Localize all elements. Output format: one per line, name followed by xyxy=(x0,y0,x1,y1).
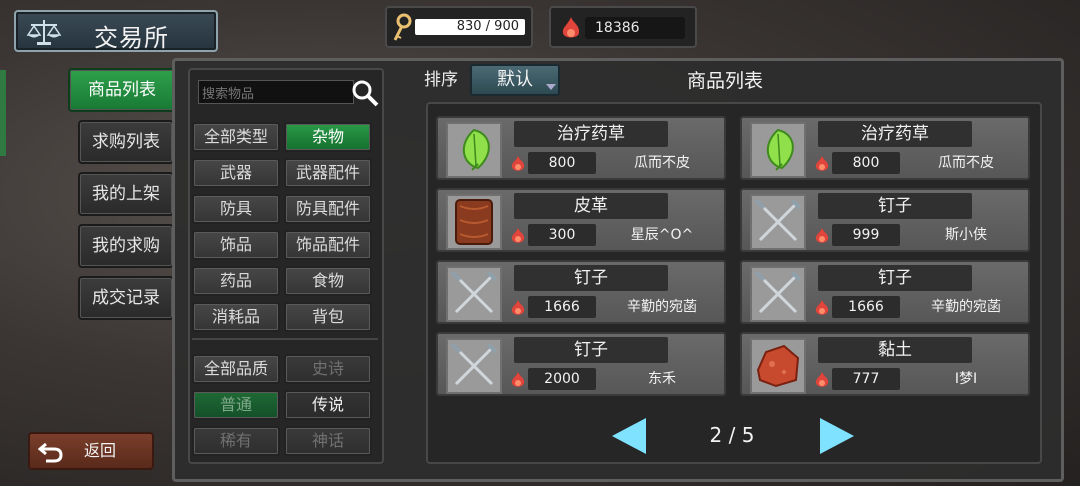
item-card[interactable]: 黏土 777 I梦I xyxy=(740,332,1030,396)
category-accessory-parts[interactable]: 饰品配件 xyxy=(284,230,372,260)
item-card[interactable]: 治疗药草 800 瓜而不皮 xyxy=(436,116,726,180)
side-edge-tab[interactable] xyxy=(0,70,6,156)
key-value: 830 / 900 xyxy=(456,19,519,34)
herb-leaf-icon xyxy=(446,122,502,178)
key-resource: 830 / 900 xyxy=(385,6,533,48)
prev-page-arrow-icon[interactable] xyxy=(612,418,646,454)
scales-icon xyxy=(26,20,62,45)
category-armor-parts[interactable]: 防具配件 xyxy=(284,194,372,224)
item-name: 钉子 xyxy=(514,265,668,291)
leather-icon xyxy=(446,194,502,250)
herb-leaf-icon xyxy=(750,122,806,178)
quality-common[interactable]: 普通 xyxy=(192,390,280,420)
item-name: 钉子 xyxy=(514,337,668,363)
item-card[interactable]: 钉子 1666 辛勤的宛菡 xyxy=(436,260,726,324)
category-food[interactable]: 食物 xyxy=(284,266,372,296)
quality-legendary[interactable]: 传说 xyxy=(284,390,372,420)
fire-currency-icon xyxy=(814,155,830,173)
clay-icon xyxy=(750,338,806,394)
tab-item-list[interactable]: 商品列表 xyxy=(68,68,176,112)
nails-icon xyxy=(446,266,502,322)
dropdown-arrow-icon xyxy=(546,84,556,90)
nails-icon xyxy=(446,338,502,394)
item-price: 1666 xyxy=(832,296,900,318)
tab-my-listings[interactable]: 我的上架 xyxy=(78,172,174,216)
fire-currency-icon xyxy=(510,299,526,317)
item-price: 2000 xyxy=(528,368,596,390)
category-armor[interactable]: 防具 xyxy=(192,194,280,224)
key-progress-bar: 830 / 900 xyxy=(415,19,525,35)
item-price: 300 xyxy=(528,224,596,246)
back-label: 返回 xyxy=(84,441,117,460)
exchange-title-banner: 交易所 xyxy=(14,10,218,52)
fire-currency-icon xyxy=(814,227,830,245)
quality-all[interactable]: 全部品质 xyxy=(192,354,280,384)
item-card[interactable]: 皮革 300 星辰^O^ xyxy=(436,188,726,252)
filter-divider xyxy=(192,338,378,340)
key-icon xyxy=(393,13,412,41)
fire-currency-icon xyxy=(510,155,526,173)
tab-buy-requests[interactable]: 求购列表 xyxy=(78,120,174,164)
quality-mythic[interactable]: 神话 xyxy=(284,426,372,456)
currency-resource: 18386 xyxy=(549,6,697,48)
category-consumable[interactable]: 消耗品 xyxy=(192,302,280,332)
item-seller: 星辰^O^ xyxy=(630,227,694,243)
item-card[interactable]: 钉子 2000 东禾 xyxy=(436,332,726,396)
item-seller: 辛勤的宛菡 xyxy=(931,299,1001,315)
item-price: 800 xyxy=(528,152,596,174)
search-input[interactable] xyxy=(198,80,354,104)
item-seller: I梦I xyxy=(954,371,978,387)
page-title: 交易所 xyxy=(94,24,169,52)
back-button[interactable]: 返回 xyxy=(28,432,154,470)
category-weapon-parts[interactable]: 武器配件 xyxy=(284,158,372,188)
category-backpack[interactable]: 背包 xyxy=(284,302,372,332)
quality-epic[interactable]: 史诗 xyxy=(284,354,372,384)
item-price: 999 xyxy=(832,224,900,246)
item-name: 治疗药草 xyxy=(818,121,972,147)
category-misc[interactable]: 杂物 xyxy=(284,122,372,152)
sort-dropdown[interactable]: 默认 xyxy=(470,64,560,96)
list-title: 商品列表 xyxy=(686,70,763,92)
item-price: 777 xyxy=(832,368,900,390)
item-name: 钉子 xyxy=(818,265,972,291)
category-weapon[interactable]: 武器 xyxy=(192,158,280,188)
item-name: 皮革 xyxy=(514,193,668,219)
category-accessory[interactable]: 饰品 xyxy=(192,230,280,260)
item-price: 1666 xyxy=(528,296,596,318)
category-all[interactable]: 全部类型 xyxy=(192,122,280,152)
item-seller: 辛勤的宛菡 xyxy=(627,299,697,315)
fire-currency-icon xyxy=(814,299,830,317)
sort-label: 排序 xyxy=(424,70,458,90)
fire-currency-icon xyxy=(562,17,580,38)
item-card[interactable]: 钉子 999 斯小侠 xyxy=(740,188,1030,252)
fire-currency-icon xyxy=(814,371,830,389)
item-card[interactable]: 钉子 1666 辛勤的宛菡 xyxy=(740,260,1030,324)
nails-icon xyxy=(750,266,806,322)
fire-currency-icon xyxy=(510,227,526,245)
quality-rare[interactable]: 稀有 xyxy=(192,426,280,456)
item-seller: 东禾 xyxy=(648,371,676,387)
item-name: 治疗药草 xyxy=(514,121,668,147)
item-seller: 瓜而不皮 xyxy=(634,155,690,171)
fire-currency-icon xyxy=(510,371,526,389)
tab-trade-history[interactable]: 成交记录 xyxy=(78,276,174,320)
category-medicine[interactable]: 药品 xyxy=(192,266,280,296)
nails-icon xyxy=(750,194,806,250)
item-price: 800 xyxy=(832,152,900,174)
item-card[interactable]: 治疗药草 800 瓜而不皮 xyxy=(740,116,1030,180)
item-seller: 瓜而不皮 xyxy=(938,155,994,171)
item-seller: 斯小侠 xyxy=(945,227,987,243)
next-page-arrow-icon[interactable] xyxy=(820,418,854,454)
currency-value: 18386 xyxy=(585,17,685,39)
search-icon[interactable] xyxy=(350,78,380,108)
item-name: 黏土 xyxy=(818,337,972,363)
return-arrow-icon xyxy=(38,442,63,463)
tab-my-requests[interactable]: 我的求购 xyxy=(78,224,174,268)
item-name: 钉子 xyxy=(818,193,972,219)
page-indicator: 2 / 5 xyxy=(709,423,755,447)
